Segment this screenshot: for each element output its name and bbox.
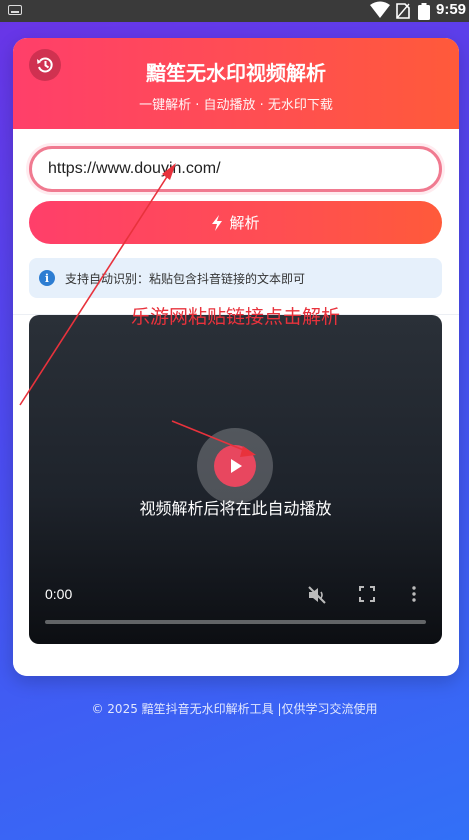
wifi-icon: [370, 1, 390, 18]
content-area: 解析 i 支持自动识别：粘贴包含抖音链接的文本即可 视频解析后将在此自动播放 0…: [13, 129, 459, 676]
status-time: 9:59: [436, 1, 467, 18]
video-player[interactable]: 视频解析后将在此自动播放 0:00: [29, 315, 442, 644]
play-button[interactable]: [197, 428, 273, 504]
tip-text: 支持自动识别：粘贴包含抖音链接的文本即可: [65, 271, 306, 286]
tip-box: i 支持自动识别：粘贴包含抖音链接的文本即可: [29, 258, 442, 298]
footer: © 2025 黯笙抖音无水印解析工具 |仅供学习交流使用: [91, 702, 378, 716]
header: 黯笙无水印视频解析 一键解析 · 自动播放 · 无水印下载: [13, 38, 459, 129]
url-input[interactable]: [29, 146, 442, 192]
play-icon: [214, 445, 256, 487]
info-icon: i: [39, 270, 55, 286]
keyboard-icon: [8, 5, 22, 15]
more-icon[interactable]: [411, 586, 417, 602]
main-card: 黯笙无水印视频解析 一键解析 · 自动播放 · 无水印下载 解析 i 支持自动识…: [13, 38, 459, 676]
page-subtitle: 一键解析 · 自动播放 · 无水印下载: [139, 98, 333, 113]
video-progress-bar[interactable]: [45, 620, 426, 624]
mute-icon[interactable]: [307, 585, 327, 605]
lightning-icon: [212, 214, 223, 231]
sim-icon: [396, 3, 410, 19]
battery-icon: [418, 3, 430, 20]
parse-button[interactable]: 解析: [29, 201, 442, 244]
video-time: 0:00: [45, 586, 73, 602]
fullscreen-icon[interactable]: [359, 586, 375, 602]
parse-button-label: 解析: [229, 215, 260, 232]
page-title: 黯笙无水印视频解析: [146, 61, 326, 85]
annotation-text: 乐游网粘贴链接点击解析: [131, 306, 341, 328]
video-placeholder-text: 视频解析后将在此自动播放: [139, 499, 332, 518]
status-bar: 9:59: [0, 0, 469, 22]
